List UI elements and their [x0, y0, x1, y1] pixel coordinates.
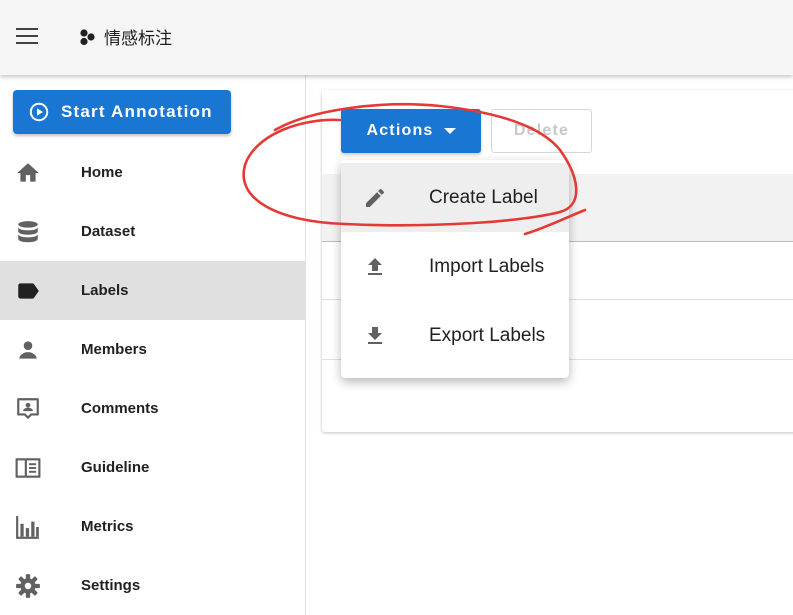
sidebar-item-label: Dataset [81, 223, 136, 240]
pencil-icon [366, 188, 384, 207]
menu-item-import-labels[interactable]: Import Labels [341, 232, 569, 301]
sidebar-item-label: Comments [81, 400, 159, 417]
play-circle-icon [29, 102, 49, 122]
menu-item-label: Import Labels [429, 255, 545, 277]
sidebar-item-settings[interactable]: Settings [0, 556, 306, 615]
sidebar-item-label: Settings [81, 577, 141, 594]
sidebar-item-label: Labels [81, 282, 129, 299]
sidebar-item-labels[interactable]: Labels [0, 261, 306, 320]
home-icon [17, 163, 39, 182]
sidebar-item-label: Members [81, 341, 147, 358]
start-annotation-button[interactable]: Start Annotation [13, 90, 231, 134]
database-icon [18, 221, 38, 243]
app-title: 情感标注 [104, 29, 172, 49]
actions-dropdown-menu: Create Label Import Labels Export Labels [341, 160, 569, 378]
person-icon [19, 341, 37, 359]
hamburger-menu-icon[interactable] [14, 26, 40, 46]
menu-item-create-label[interactable]: Create Label [341, 163, 569, 232]
sidebar-item-dataset[interactable]: Dataset [0, 202, 306, 261]
brand[interactable]: 情感标注 [78, 24, 172, 49]
menu-item-export-labels[interactable]: Export Labels [341, 301, 569, 370]
upload-icon [368, 258, 382, 275]
comment-icon [17, 398, 39, 419]
bar-chart-icon [16, 516, 39, 539]
book-icon [15, 458, 41, 478]
gear-icon [16, 574, 40, 598]
sidebar-item-home[interactable]: Home [0, 143, 306, 202]
logo-icon [80, 28, 95, 45]
menu-item-label: Export Labels [429, 324, 546, 346]
sidebar-item-comments[interactable]: Comments [0, 379, 306, 438]
sidebar: Start Annotation Home Dataset Labels Mem… [0, 75, 306, 615]
actions-button[interactable]: Actions [341, 109, 481, 153]
sidebar-item-guideline[interactable]: Guideline [0, 438, 306, 497]
actions-label: Actions [366, 122, 434, 139]
sidebar-item-label: Guideline [81, 459, 150, 476]
delete-button[interactable]: Delete [491, 109, 592, 153]
sidebar-item-label: Home [81, 164, 123, 181]
sidebar-item-metrics[interactable]: Metrics [0, 497, 306, 556]
label-icon [18, 283, 39, 299]
download-icon [368, 327, 382, 344]
menu-item-label: Create Label [429, 186, 538, 208]
caret-down-icon [443, 128, 456, 134]
app-bar: 情感标注 [0, 0, 793, 75]
start-annotation-label: Start Annotation [61, 102, 213, 121]
sidebar-item-label: Metrics [81, 518, 134, 535]
sidebar-item-members[interactable]: Members [0, 320, 306, 379]
